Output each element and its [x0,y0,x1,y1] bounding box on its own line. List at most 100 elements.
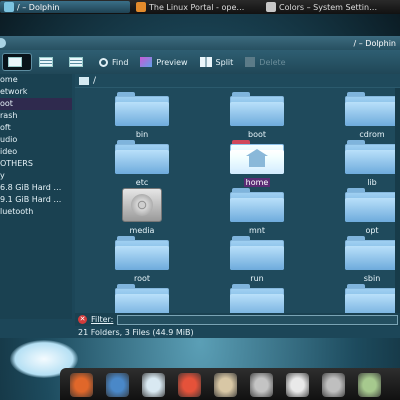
icons-view-button[interactable] [2,53,32,71]
taskbar-task[interactable]: / – Dolphin [0,1,130,13]
folder-part [115,246,169,270]
platter [131,194,153,216]
split-icon [199,57,212,67]
preview-button[interactable]: Preview [135,53,192,71]
file-item-label: media [129,226,155,235]
find-button[interactable]: Find [94,53,133,71]
file-item[interactable]: opt [327,188,400,235]
icons-view-icon [8,57,22,67]
columns-view-icon [69,57,83,67]
places-item[interactable]: OTHERS [0,158,72,170]
package-icon[interactable] [178,373,201,397]
file-view: / bin boot cdrom etc home lib media mnt opt root r… [75,74,400,319]
firefox-icon[interactable] [70,373,93,397]
file-item-label: cdrom [359,130,385,139]
places-item[interactable]: ideo [0,146,72,158]
file-item[interactable]: boot [212,92,302,139]
delete-label: Delete [259,57,286,67]
folder-icon [230,188,284,222]
folder-icon [345,188,399,222]
folder-icon [115,236,169,270]
home-folder-icon [230,140,284,174]
places-item[interactable]: oot [0,98,72,110]
trash-icon [245,57,256,67]
taskbar: / – Dolphin The Linux Portal - ope… Colors… [0,0,400,14]
file-item[interactable]: lib [327,140,400,187]
places-item[interactable]: y [0,170,72,182]
preview-label: Preview [156,57,188,67]
delete-button[interactable]: Delete [240,53,290,71]
places-item[interactable]: luetooth [0,206,72,218]
filter-bar: ✕ Filter: [75,313,400,326]
file-item[interactable]: home [212,140,302,187]
taskbar-task-label: The Linux Portal - ope… [149,2,245,12]
folder-icon [345,140,399,174]
folder-icon [115,92,169,126]
file-item[interactable]: cdrom [327,92,400,139]
file-item[interactable]: mnt [212,188,302,235]
close-filter-icon[interactable]: ✕ [78,315,87,324]
taskbar-task-label: Colors – System Settin… [279,2,378,12]
chat-icon[interactable] [142,373,165,397]
folder-icon [230,92,284,126]
house-body [249,155,265,167]
file-item-label: bin [135,130,149,139]
file-item[interactable]: bin [97,92,187,139]
folder-part [230,246,284,270]
file-item[interactable]: root [97,236,187,283]
files-icon[interactable] [358,373,381,397]
split-button[interactable]: Split [195,53,239,71]
places-item[interactable]: oft [0,122,72,134]
file-item-label: mnt [249,226,265,235]
places-item[interactable]: ome [0,74,72,86]
places-item[interactable]: rash [0,110,72,122]
calculator-icon[interactable] [250,373,273,397]
file-item-label: run [250,274,264,283]
filter-input[interactable] [117,314,398,325]
window-menu-icon[interactable] [0,38,6,48]
search-icon[interactable] [322,373,345,397]
file-item[interactable]: etc [97,140,187,187]
file-item[interactable]: media [97,188,187,235]
taskbar-task[interactable]: Colors – System Settin… [262,1,390,13]
find-label: Find [112,57,129,67]
notes-icon[interactable] [286,373,309,397]
places-item[interactable]: etwork [0,86,72,98]
folder-icon [115,140,169,174]
places-item[interactable]: 6.8 GiB Hard … [0,182,72,194]
columns-view-button[interactable] [64,53,92,71]
app-icon [136,2,146,12]
file-item-label: opt [365,226,379,235]
toolbar: Find Preview Split Delete [0,50,400,74]
preview-icon [140,57,153,67]
file-item[interactable]: sbin [327,236,400,283]
places-item[interactable]: 9.1 GiB Hard … [0,194,72,206]
window-titlebar[interactable]: / – Dolphin [0,36,400,50]
folder-part [345,150,399,174]
office-icon[interactable] [214,373,237,397]
places-panel: ome etwork oot rash oft udio ideo OTHERS y 6.8 Gi… [0,74,72,319]
thunderbird-icon[interactable] [106,373,129,397]
folder-part [230,198,284,222]
breadcrumb-path: / [93,75,97,86]
folder-icon [345,236,399,270]
window-title: / – Dolphin [353,38,397,48]
app-icon [4,2,14,12]
taskbar-task[interactable]: The Linux Portal - ope… [132,1,260,13]
split-label: Split [215,57,234,67]
search-icon [99,57,108,67]
file-item-label: root [133,274,151,283]
file-item-label: home [243,178,271,187]
places-item[interactable]: udio [0,134,72,146]
breadcrumb[interactable]: / [75,74,400,88]
file-item-label: sbin [363,274,381,283]
folder-part [230,102,284,126]
dolphin-window: / – Dolphin Find Preview Split Delete om… [0,36,400,338]
details-view-button[interactable] [34,53,62,71]
dock [60,368,400,400]
folder-icon [345,92,399,126]
folder-part [115,150,169,174]
filter-label: Filter: [91,315,114,324]
vertical-scrollbar[interactable] [395,88,400,319]
file-item[interactable]: run [212,236,302,283]
